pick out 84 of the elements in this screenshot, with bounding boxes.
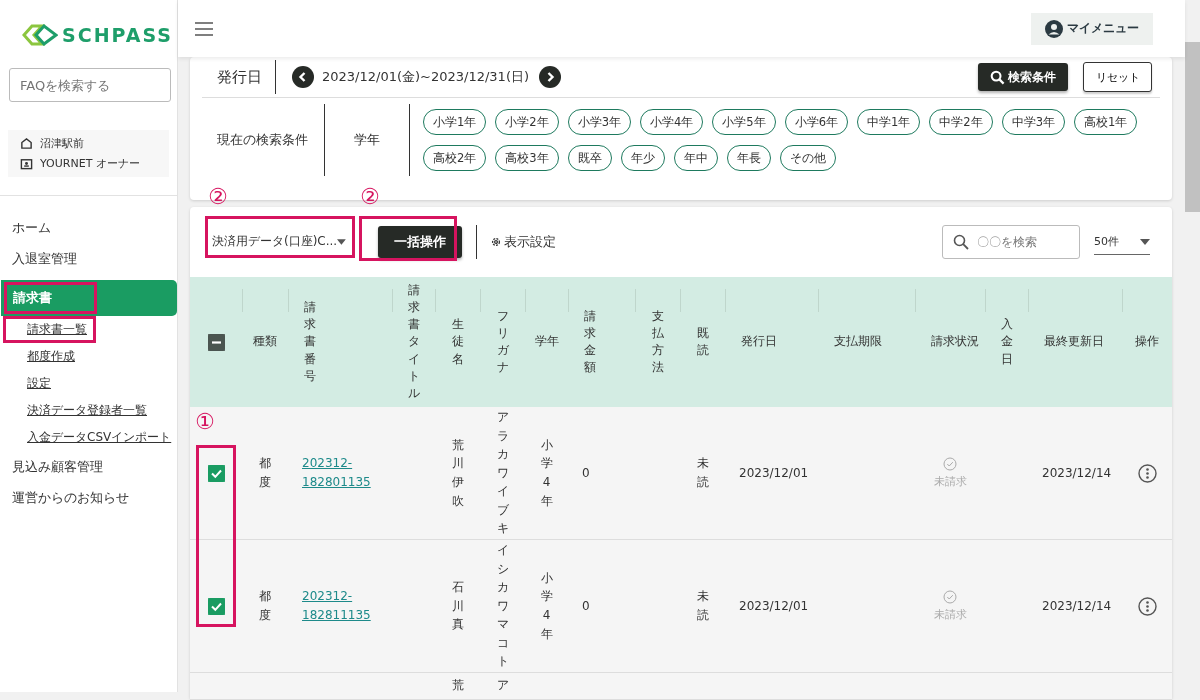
column-header: 発行日 [741,333,777,351]
home-icon [20,137,33,150]
date-label: 発行日 [217,60,276,94]
date-range: 2023/12/01(金)~2023/12/31(日) [322,68,530,86]
status-text: 未請求 [933,474,967,489]
logo-text: SCHPASS [62,24,173,46]
table-cell-text: 未読 [696,455,709,491]
faq-search-field[interactable]: FAQを検索する [9,68,171,102]
display-settings-button[interactable]: 表示設定 [490,233,556,251]
column-header: 学年 [533,333,560,351]
column-header: 最終更新日 [1044,333,1104,351]
table-cell-text: ア [496,677,509,694]
table-cell-text: 都度 [259,588,271,624]
column-header: 種類 [253,333,277,351]
page-size-select[interactable]: 50件 [1094,229,1150,255]
my-menu-button[interactable]: マイメニュー [1031,12,1153,45]
grade-label: 学年 [325,104,410,176]
table-cell-text: 小学4年 [540,569,553,643]
table-cell-text: イシカワマコト [496,541,509,671]
table-cell: 2023/12/14 [1042,466,1112,480]
sidebar-item[interactable]: 請求書 [1,280,177,316]
caret-icon [337,238,346,245]
menu-icon[interactable] [195,21,213,36]
table-cell-text: 荒 [451,677,464,694]
table-cell-text: アラカワイブキ [496,408,509,538]
sidebar-subitem[interactable]: 入金データCSVインポート [3,424,181,451]
next-icon[interactable] [539,66,562,88]
column-header: 請求金額 [584,307,596,377]
column-header: 支払方法 [651,307,664,377]
column-header: フリガナ [496,307,509,377]
user-icon [1045,19,1063,38]
more-options-icon[interactable] [1137,463,1157,483]
gear-icon [490,236,502,248]
sidebar-subitem[interactable]: 決済データ登録者一覧 [3,397,156,424]
previous-icon[interactable] [292,66,314,88]
table-cell: 2023/12/14 [1042,599,1112,613]
sidebar-item[interactable]: 見込み顧客管理 [0,451,177,482]
search-icon [990,69,1005,85]
table-cell-text: 小学4年 [540,436,553,510]
sidebar-subitem[interactable]: 都度作成 [3,343,84,370]
column-header: 請求書番号 [304,298,316,385]
checkbox[interactable] [207,597,225,615]
caret-icon [1140,238,1150,245]
column-header: 請求状況 [931,333,979,351]
table-cell: 0 [582,599,590,613]
user-role: YOURNET オーナー [40,156,140,171]
logo-icon [22,22,58,48]
check-circle-icon [943,590,957,604]
column-header: 入金日 [1000,316,1013,368]
sidebar-item[interactable]: 運営からのお知らせ [0,482,177,513]
table-cell-text: 荒川伊吹 [451,436,464,510]
table-cell-text: 石川真 [451,579,464,634]
search-conditions-button[interactable]: 検索条件 [978,63,1068,91]
sidebar-subitem[interactable]: 設定 [3,370,60,397]
school-name: 沼津駅前 [40,136,84,151]
sidebar-subitem[interactable]: 請求書一覧 [3,316,96,343]
table-cell-text: 未読 [696,588,709,624]
column-header: 操作 [1135,333,1159,351]
column-header: 生徒名 [451,316,464,368]
annotation-number: ② [208,185,228,209]
sidebar-item[interactable]: ホーム [0,212,177,243]
checkbox[interactable] [207,333,225,351]
table-cell-text: 都度 [259,455,271,491]
invoice-number-link[interactable]: 202312-182811135 [302,586,374,626]
column-header: 支払期限 [834,333,882,351]
export-format-select[interactable]: 決済用データ(口座)C... [212,228,350,256]
invoice-number-link[interactable]: 202312-182801135 [302,453,374,493]
table-cell: 0 [582,466,590,480]
column-header: 請求書タイトル [407,281,420,403]
conditions-label: 現在の検索条件 [202,104,325,176]
more-options-icon[interactable] [1137,596,1157,616]
table-cell: 2023/12/01 [739,599,809,613]
check-circle-icon [943,457,957,471]
annotation-number: ① [195,410,215,434]
reset-button[interactable]: リセット [1083,62,1152,92]
bulk-action-button[interactable]: 一括操作 [378,226,462,258]
annotation-number: ② [360,185,380,209]
search-field[interactable]: 〇〇を検索 [942,225,1080,259]
sidebar-item[interactable]: 入退室管理 [0,243,177,274]
checkbox[interactable] [207,464,225,482]
status-text: 未請求 [933,607,967,622]
table-cell: 2023/12/01 [739,466,809,480]
id-badge-icon [20,157,33,170]
column-header: 既読 [696,324,709,359]
